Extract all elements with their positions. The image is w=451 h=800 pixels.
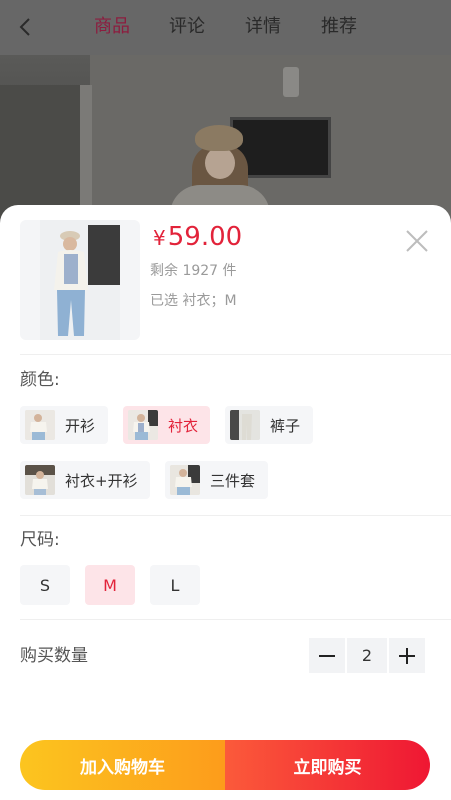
option-thumbnail (25, 465, 55, 495)
quantity-label: 购买数量 (20, 646, 88, 666)
option-thumbnail (25, 410, 55, 440)
color-option-shirt-cardigan[interactable]: 衬衣+开衫 (20, 461, 150, 499)
tab-reviews[interactable]: 评论 (169, 15, 205, 39)
quantity-increment-button[interactable] (389, 638, 425, 673)
option-label: 衬衣 (168, 416, 199, 435)
selected-sku-text: 已选 衬衣；M (150, 293, 237, 309)
color-section-label: 颜色: (20, 370, 60, 390)
option-thumbnail (170, 465, 200, 495)
add-to-cart-button[interactable]: 加入购物车 (20, 740, 225, 790)
buy-now-button[interactable]: 立即购买 (225, 740, 430, 790)
sku-selector-sheet: ¥59.00 剩余 1927 件 已选 衬衣；M 颜色: 开衫 衬衣 裤子 衬衣… (0, 205, 451, 800)
option-label: 开衫 (65, 416, 96, 435)
product-thumbnail (20, 220, 140, 340)
top-navigation-bar: 商品 评论 详情 推荐 (0, 0, 451, 55)
quantity-decrement-button[interactable] (309, 638, 345, 673)
option-label: 裤子 (270, 416, 301, 435)
quantity-input[interactable]: 2 (347, 638, 387, 673)
option-thumbnail (128, 410, 158, 440)
currency-symbol: ¥ (153, 226, 166, 250)
plus-icon (399, 647, 415, 664)
size-section-label: 尺码: (20, 530, 60, 550)
size-option-m[interactable]: M (85, 565, 135, 605)
tab-product[interactable]: 商品 (94, 15, 130, 39)
tab-details[interactable]: 详情 (245, 15, 281, 39)
product-photo (40, 220, 120, 340)
color-option-three-piece[interactable]: 三件套 (165, 461, 268, 499)
divider (20, 619, 451, 620)
color-option-shirt[interactable]: 衬衣 (123, 406, 210, 444)
close-icon[interactable] (403, 227, 431, 255)
tab-bar: 商品 评论 详情 推荐 (0, 0, 451, 55)
divider (20, 515, 451, 516)
option-label: 衬衣+开衫 (65, 471, 138, 490)
option-thumbnail (230, 410, 260, 440)
tab-recommend[interactable]: 推荐 (321, 15, 357, 39)
size-option-s[interactable]: S (20, 565, 70, 605)
quantity-stepper: 2 (309, 638, 425, 673)
divider (20, 354, 451, 355)
size-option-l[interactable]: L (150, 565, 200, 605)
product-hero-image (0, 55, 451, 225)
action-bar: 加入购物车 立即购买 (20, 740, 430, 790)
color-option-pants[interactable]: 裤子 (225, 406, 313, 444)
stock-text: 剩余 1927 件 (150, 263, 237, 279)
minus-icon (319, 654, 335, 657)
product-price: ¥59.00 (153, 221, 242, 254)
color-option-cardigan[interactable]: 开衫 (20, 406, 108, 444)
price-value: 59.00 (167, 222, 243, 252)
option-label: 三件套 (210, 471, 256, 490)
